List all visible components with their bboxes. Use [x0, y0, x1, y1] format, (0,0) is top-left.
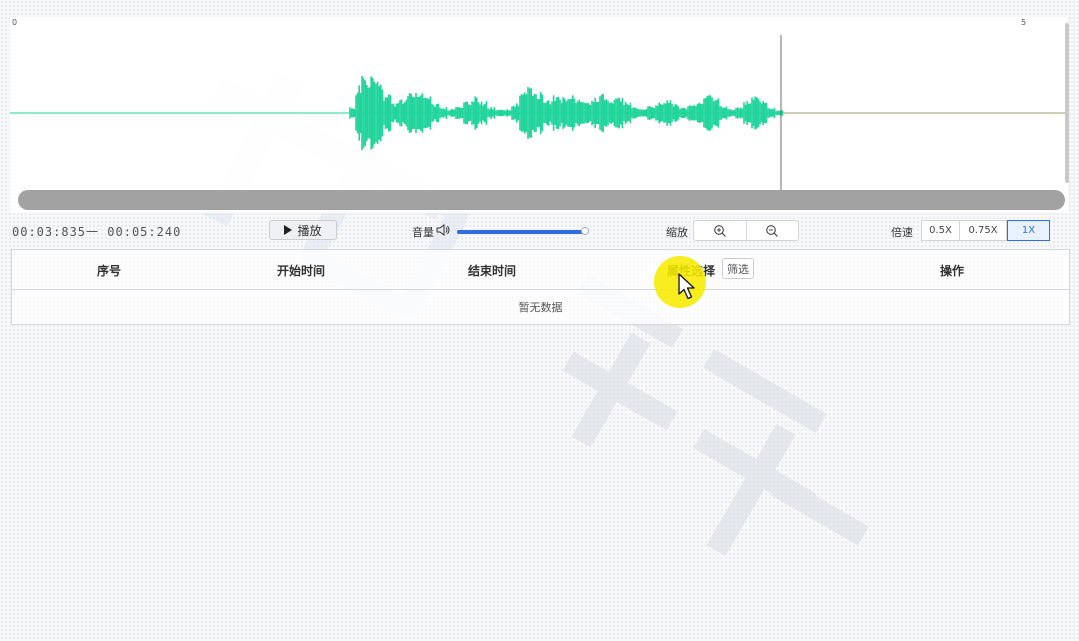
volume-label: 音量: [412, 226, 434, 239]
zoom-out-button[interactable]: [746, 220, 799, 241]
waveform-bars: [349, 75, 784, 151]
time-start: 00:03:835: [12, 225, 87, 239]
volume-slider-thumb[interactable]: [581, 227, 589, 235]
filter-button[interactable]: 筛选: [722, 258, 754, 279]
time-separator: 一: [86, 225, 100, 239]
play-icon: [284, 225, 293, 235]
zoom-label: 缩放: [666, 226, 688, 239]
speed-0-75x-button[interactable]: 0.75X: [960, 220, 1007, 241]
vertical-scrollbar[interactable]: [1065, 23, 1069, 183]
waveform-panel[interactable]: 0 5: [10, 17, 1069, 213]
zoom-in-button[interactable]: [693, 220, 747, 241]
horizontal-scrollbar[interactable]: [18, 190, 1065, 210]
volume-slider[interactable]: [457, 230, 588, 234]
zoom-button-group: [693, 220, 799, 241]
play-button[interactable]: 播放: [269, 220, 337, 240]
time-end: 00:05:240: [107, 225, 182, 239]
column-header-end-time: 结束时间: [467, 264, 517, 278]
timeline-tick-end: 5: [1021, 18, 1027, 27]
zoom-in-icon: [713, 224, 726, 237]
speed-0-5x-button[interactable]: 0.5X: [921, 220, 960, 241]
speed-1x-button[interactable]: 1X: [1007, 220, 1050, 241]
audio-waveform[interactable]: [10, 31, 1068, 191]
mouse-pointer-icon: [678, 273, 695, 300]
empty-state-text: 暂无数据: [518, 301, 563, 314]
column-header-start-time: 开始时间: [276, 264, 326, 278]
speaker-icon[interactable]: [436, 224, 450, 236]
play-button-label: 播放: [297, 223, 322, 238]
column-header-actions: 操作: [939, 264, 965, 278]
table-header: 序号 开始时间 结束时间 属性选择 筛选 操作: [12, 250, 1069, 290]
segments-table: 序号 开始时间 结束时间 属性选择 筛选 操作 暂无数据: [11, 249, 1070, 325]
zoom-out-icon: [766, 224, 779, 237]
column-header-index: 序号: [96, 264, 122, 278]
speed-label: 倍速: [891, 226, 913, 239]
time-range: 00:03:835一 00:05:240: [12, 223, 181, 240]
speed-button-group: 0.5X 0.75X 1X: [921, 220, 1050, 241]
timeline-tick-start: 0: [12, 18, 18, 27]
volume-slider-fill: [457, 230, 585, 234]
